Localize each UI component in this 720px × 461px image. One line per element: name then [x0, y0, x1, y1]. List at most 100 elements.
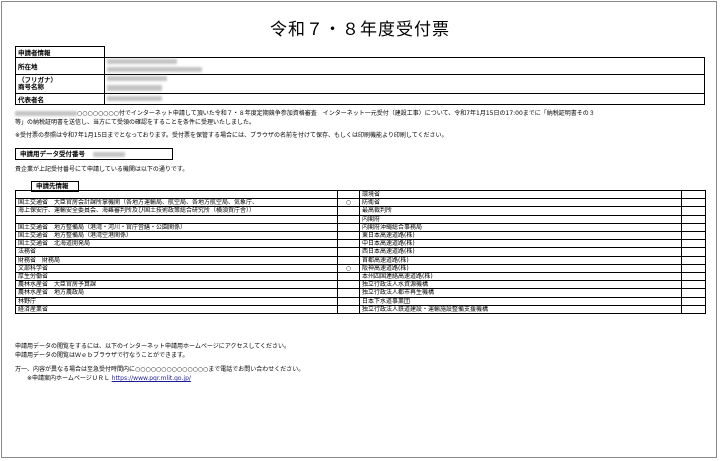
homepage-link[interactable]: https://www.pqr.mlit.go.jp/ [112, 375, 191, 382]
destination-mark-right [681, 222, 706, 233]
destination-left: 厚生労働省 [15, 272, 338, 282]
destination-row: 国土交通省 地方整備局（港湾・河川・官庁営繕・公園関係） 内閣府沖縄総合事務局 [15, 222, 706, 233]
company-name-value [104, 74, 705, 94]
destination-mark [337, 272, 360, 282]
destination-mark [337, 189, 360, 200]
destination-row: 国土交通省 北海道開発局 中日本高速道路(株) [15, 239, 706, 249]
page-title: 令和７・８年度受付票 [270, 20, 450, 40]
destination-row: 文部科学省 ○ 阪神高速道路(株) [15, 263, 706, 274]
representative-label: 代表者名 [15, 93, 105, 105]
destination-row: 財務省 財務局 首都高速道路(株) [15, 255, 706, 265]
destination-right: 中日本高速道路(株) [359, 239, 682, 249]
destination-left: 国土交通省 地方整備局（港湾・河川・官庁営繕・公園関係） [15, 222, 338, 233]
destination-left: 海上保安庁、運輸安全委員会、海難審判所及び国土技術政策総合研究所（横須賀庁舎）） [15, 206, 338, 216]
destination-mark: ○ [337, 263, 360, 274]
notice-text: ○○○○○○○○付でインターネット申請して頂いた令和７・８年度定期競争参加資格審… [77, 110, 595, 117]
destination-left: 財務省 財務局 [15, 255, 338, 265]
destination-right: 首都高速道路(株) [359, 255, 682, 265]
footer-line-3: 万一、内容が異なる場合は至急受付時間内に○○○○○○○○○○○○○○まで電話でお… [15, 366, 305, 373]
destination-right: 東日本高速道路(株) [359, 231, 682, 241]
url-label: ※申請案内ホームページＵＲＬ [27, 375, 110, 382]
destination-row: 厚生労働省 本州四国連絡高速道路(株) [15, 272, 706, 282]
address-value [104, 57, 705, 75]
footer-line-2: 申請用データの閲覧はＷｅｂブラウザで行なうことができます。 [15, 352, 189, 359]
destination-mark [337, 231, 360, 241]
applicant-header: 申請者情報 [15, 46, 105, 58]
destination-right: 日本下水道事業団 [359, 296, 682, 306]
destination-mark-right [681, 247, 706, 257]
destination-left: 国土交通省 大臣官房会計課所掌機関（各地方運輸局、航空局、各地方航空局、気象庁、 [15, 198, 338, 208]
destination-mark [337, 255, 360, 265]
destination-row: 国土交通省 地方整備局（港湾空港関係） 東日本高速道路(株) [15, 231, 706, 241]
destination-left: 農林水産省 地方農政局 [15, 288, 338, 298]
destination-mark [337, 214, 360, 224]
representative-value [104, 93, 705, 105]
destination-right: 最高裁判所 [359, 206, 682, 216]
destination-left: 農林水産省 大臣官房予算課 [15, 280, 338, 290]
receipt-number-box: 申請用データ受付番号 [15, 148, 173, 160]
destination-mark-right [681, 304, 706, 315]
destination-right: 独立行政法人鉄道建設・運輸施設整備支援機構 [359, 304, 682, 315]
destination-row: 環境省 [15, 189, 706, 200]
destination-right: 環境省 [359, 189, 682, 200]
destination-mark [337, 304, 360, 315]
destination-row: 法務省 西日本高速道路(株) [15, 247, 706, 257]
destination-mark [337, 239, 360, 249]
applicant-table: 申請者情報 所在地 （フリガナ） 商号名称 代表者名 [15, 46, 705, 105]
destination-mark-right [681, 189, 706, 200]
destination-mark [337, 280, 360, 290]
destination-right: 内閣府 [359, 214, 682, 224]
destination-mark-right [681, 263, 706, 274]
destination-mark-right [681, 272, 706, 282]
footer-url-line: ※申請案内ホームページＵＲＬ https://www.pqr.mlit.go.j… [27, 375, 191, 383]
redacted-date [15, 111, 77, 116]
destination-left: 文部科学省 [15, 263, 338, 274]
destination-right: 独立行政法人水資源機構 [359, 280, 682, 290]
destination-row: 林野庁 日本下水道事業団 [15, 296, 706, 306]
destination-row: 内閣府 [15, 214, 706, 224]
destination-mark-right [681, 231, 706, 241]
receipt-number-value [93, 151, 126, 157]
applicant-row: 代表者名 [15, 93, 705, 105]
destination-row: 国土交通省 大臣官房会計課所掌機関（各地方運輸局、航空局、各地方航空局、気象庁、… [15, 198, 706, 208]
applicant-row: （フリガナ） 商号名称 [15, 74, 705, 94]
destination-right: 防衛省 [359, 198, 682, 208]
destination-row: 農林水産省 大臣官房予算課 独立行政法人水資源機構 [15, 280, 706, 290]
destination-left [15, 214, 338, 224]
destination-row: 海上保安庁、運輸安全委員会、海難審判所及び国土技術政策総合研究所（横須賀庁舎））… [15, 206, 706, 216]
destination-mark-right [681, 288, 706, 298]
notice-line-1: ○○○○○○○○付でインターネット申請して頂いた令和７・８年度定期競争参加資格審… [15, 110, 595, 118]
destinations-table: 環境省 国土交通省 大臣官房会計課所掌機関（各地方運輸局、航空局、各地方航空局、気… [15, 189, 706, 315]
creditor-note: 貴企業が上記受付番号にて申請している機関は以下の通りです。 [15, 166, 189, 173]
destination-left: 法務省 [15, 247, 338, 257]
destination-row: 農林水産省 地方農政局 独立行政法人都市再生機構 [15, 288, 706, 298]
notice-line-2: 等」の納税証明書を送信し、当方にて受領の確認をすることを条件に受理いたしました。 [15, 119, 256, 126]
destination-left: 経済産業省 [15, 304, 338, 315]
destination-mark-right [681, 198, 706, 208]
destination-mark-right [681, 255, 706, 265]
company-name-label: （フリガナ） 商号名称 [15, 74, 105, 94]
destination-mark [337, 296, 360, 306]
destination-mark-right [681, 280, 706, 290]
footer-line-1: 申請用データの閲覧をするには、以下のインターネット申請用ホームページにアクセスし… [15, 343, 291, 350]
destination-right: 独立行政法人都市再生機構 [359, 288, 682, 298]
destination-left [15, 189, 338, 200]
destination-mark: ○ [337, 198, 360, 208]
receipt-number-label: 申請用データ受付番号 [20, 150, 85, 158]
destination-right: 内閣府沖縄総合事務局 [359, 222, 682, 233]
destination-mark [337, 222, 360, 233]
destination-left: 国土交通省 地方整備局（港湾空港関係） [15, 231, 338, 241]
destination-mark-right [681, 214, 706, 224]
applicant-row: 所在地 [15, 57, 705, 75]
destination-mark-right [681, 296, 706, 306]
destination-right: 西日本高速道路(株) [359, 247, 682, 257]
destination-row: 経済産業省 独立行政法人鉄道建設・運輸施設整備支援機構 [15, 304, 706, 315]
destination-mark [337, 247, 360, 257]
address-label: 所在地 [15, 57, 105, 75]
notice-line-3: ※受付票の参照は令和7年1月15日までとなっております。受付票を保管する場合には… [15, 132, 448, 139]
destination-right: 阪神高速道路(株) [359, 263, 682, 274]
destination-left: 国土交通省 北海道開発局 [15, 239, 338, 249]
destination-mark [337, 206, 360, 216]
destination-left: 林野庁 [15, 296, 338, 306]
destination-mark-right [681, 239, 706, 249]
